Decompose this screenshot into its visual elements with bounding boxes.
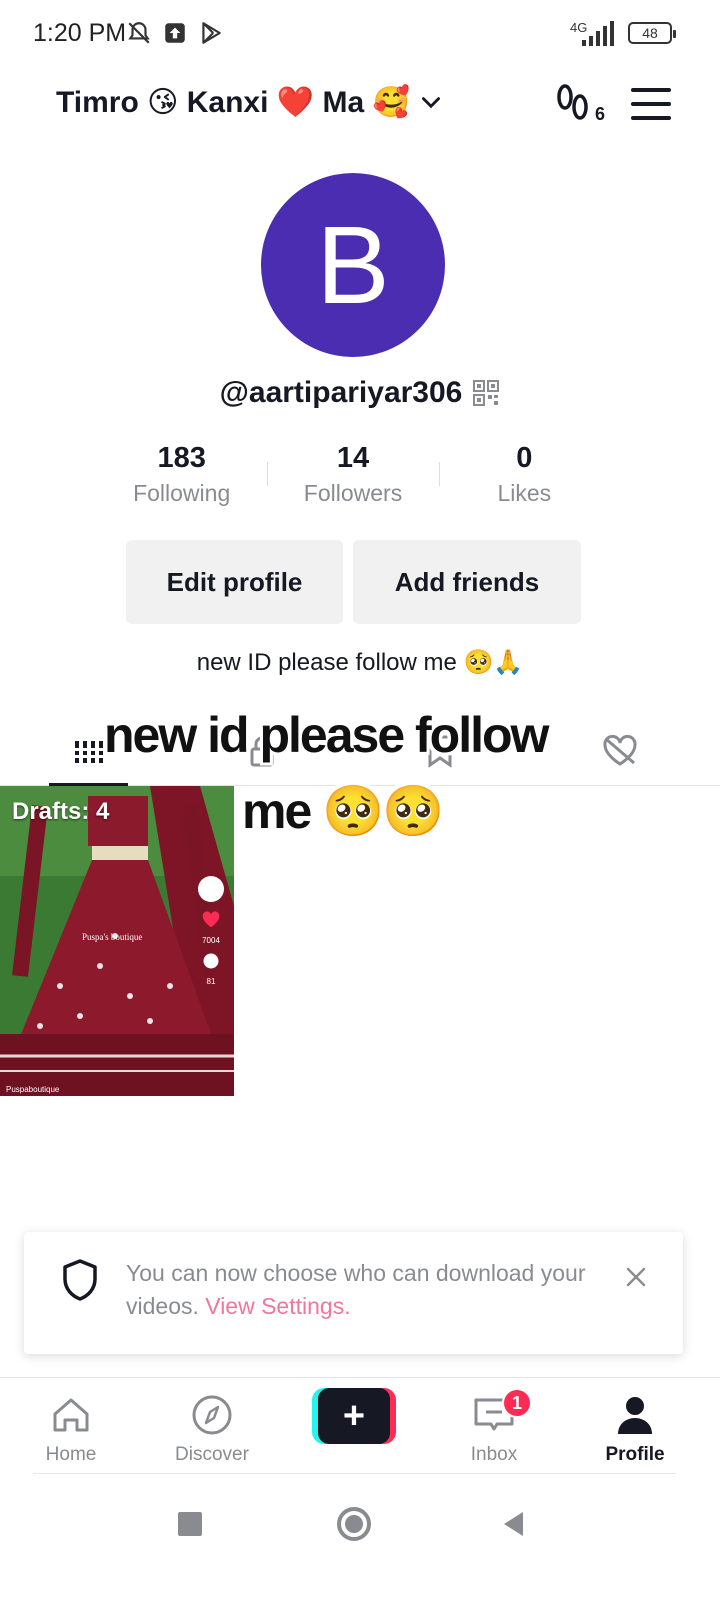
network-type: 4G xyxy=(570,20,588,35)
drafts-thumbnail[interactable]: Drafts: 4 Puspa's boutique 7004 81 Puspa… xyxy=(0,786,234,1096)
followers-count: 14 xyxy=(336,442,370,474)
profile-bio: new ID please follow me 🥺🙏 xyxy=(196,649,524,676)
home-system-button[interactable] xyxy=(334,1504,374,1544)
hidden-heart-icon xyxy=(603,734,637,766)
avatar[interactable]: B xyxy=(261,173,445,357)
likes-count: 0 xyxy=(516,442,533,474)
tab-liked[interactable] xyxy=(580,718,660,784)
shield-icon xyxy=(63,1259,97,1301)
followers-label: Followers xyxy=(303,480,403,506)
comment-icon xyxy=(203,953,219,969)
thumbnail-footer-text: Puspaboutique xyxy=(6,1085,60,1094)
menu-button[interactable] xyxy=(631,88,671,120)
username: @aartipariyar306 xyxy=(219,376,463,409)
thumbnail-brand-text: Puspa's boutique xyxy=(82,932,143,942)
profile-actions: Edit profile Add friends xyxy=(126,540,581,624)
account-switcher[interactable]: Timro 😘 Kanxi ❤️ Ma 🥰 xyxy=(56,85,444,120)
thumbnail-comments: 81 xyxy=(206,977,216,986)
bottom-navigation: Home Discover + 1 Inbox Profile xyxy=(0,1377,720,1473)
toast-message-text: You can now choose who can download your… xyxy=(126,1260,586,1319)
nav-divider xyxy=(33,1473,676,1474)
download-settings-toast: You can now choose who can download your… xyxy=(24,1232,683,1354)
profile-stats: 183 Following 14 Followers 0 Likes xyxy=(96,440,610,507)
create-button[interactable]: + xyxy=(312,1388,396,1444)
thumbnail-likes: 7004 xyxy=(202,936,220,945)
close-icon[interactable] xyxy=(625,1266,647,1288)
status-time: 1:20 PM xyxy=(33,19,127,47)
profile-icon xyxy=(618,1397,652,1434)
plus-icon: + xyxy=(318,1388,390,1444)
battery-icon: 48 xyxy=(628,22,676,44)
status-right: 4G 48 xyxy=(570,18,676,48)
overlay-caption-line2: me 🥺🥺 xyxy=(242,783,445,839)
nav-home-label: Home xyxy=(45,1444,97,1465)
status-bar: 1:20 PM 4G 48 xyxy=(0,0,720,68)
thumbnail-side-actions: 7004 81 xyxy=(196,876,226,986)
thumbnail-avatar xyxy=(198,876,224,902)
status-notification-icons xyxy=(126,20,224,46)
profile-header: Timro 😘 Kanxi ❤️ Ma 🥰 6 xyxy=(0,75,720,135)
nav-discover-label: Discover xyxy=(175,1444,249,1465)
profile-visitors-button[interactable]: 6 xyxy=(553,83,607,127)
following-label: Following xyxy=(133,480,231,506)
bell-muted-icon xyxy=(128,22,150,44)
account-name: Timro 😘 Kanxi ❤️ Ma 🥰 xyxy=(56,86,410,119)
upload-icon xyxy=(165,23,185,43)
play-store-icon xyxy=(202,22,221,44)
nav-profile-label: Profile xyxy=(605,1444,665,1465)
username-row: @aartipariyar306 xyxy=(0,376,720,410)
home-icon xyxy=(53,1398,89,1432)
stat-following[interactable]: 183 Following xyxy=(96,440,267,507)
recents-button[interactable] xyxy=(170,1504,210,1544)
edit-profile-button[interactable]: Edit profile xyxy=(126,540,343,624)
square-icon xyxy=(178,1512,202,1536)
heart-icon xyxy=(202,911,220,928)
circle-icon xyxy=(337,1507,371,1541)
system-navigation xyxy=(0,1490,720,1560)
visitors-count: 6 xyxy=(594,104,605,124)
following-count: 183 xyxy=(157,442,206,474)
nav-home[interactable]: Home xyxy=(21,1392,121,1466)
likes-label: Likes xyxy=(497,480,552,506)
add-friends-button[interactable]: Add friends xyxy=(353,540,581,624)
back-triangle-icon xyxy=(504,1512,523,1536)
inbox-badge: 1 xyxy=(502,1388,532,1418)
view-settings-link[interactable]: View Settings. xyxy=(205,1293,350,1319)
nav-inbox-label: Inbox xyxy=(470,1444,518,1465)
nav-inbox[interactable]: 1 Inbox xyxy=(444,1388,544,1466)
signal-icon: 4G xyxy=(570,18,618,48)
drafts-count-label: Drafts: 4 xyxy=(12,798,110,825)
stat-followers[interactable]: 14 Followers xyxy=(267,440,438,507)
back-button[interactable] xyxy=(494,1504,534,1544)
chevron-down-icon xyxy=(421,96,440,108)
toast-message: You can now choose who can download your… xyxy=(126,1257,606,1323)
grid-icon xyxy=(73,741,105,763)
nav-discover[interactable]: Discover xyxy=(162,1392,262,1466)
stat-likes[interactable]: 0 Likes xyxy=(438,440,610,507)
battery-level: 48 xyxy=(642,25,658,41)
avatar-letter: B xyxy=(316,203,390,327)
overlay-caption-line1: new id please follow xyxy=(104,707,549,763)
compass-icon xyxy=(192,1395,232,1435)
nav-profile[interactable]: Profile xyxy=(585,1392,685,1466)
qr-code-icon[interactable] xyxy=(472,379,500,407)
